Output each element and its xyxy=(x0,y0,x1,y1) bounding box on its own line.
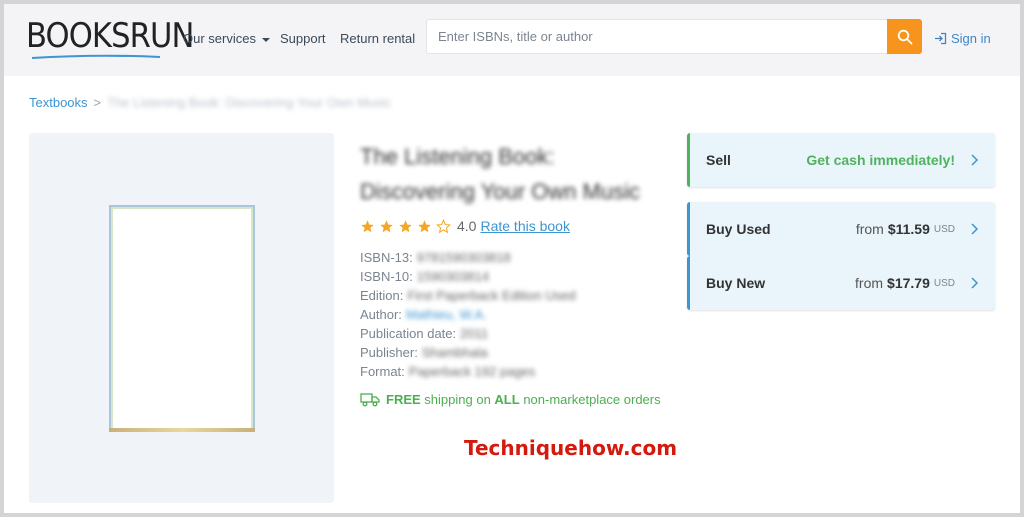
logo-text: BOOKSRUN xyxy=(26,16,194,56)
buy-new-offer-button[interactable]: Buy New from $17.79 USD xyxy=(687,256,995,310)
buy-new-currency: USD xyxy=(933,277,955,289)
book-rating: 4.0 Rate this book xyxy=(360,218,570,234)
detail-label: Edition: xyxy=(360,288,404,303)
shipping-end: non-marketplace orders xyxy=(523,392,661,407)
detail-value: 1590303814 xyxy=(416,269,490,284)
buy-new-price-block: from $17.79 USD xyxy=(855,275,979,291)
sell-offer-button[interactable]: Sell Get cash immediately! xyxy=(687,133,995,187)
shipping-free: FREE xyxy=(386,392,421,407)
detail-format: Format: Paperback 192 pages xyxy=(360,364,535,379)
buy-new-from: from xyxy=(855,275,884,291)
detail-value: Paperback 192 pages xyxy=(408,364,536,379)
buy-used-price-block: from $11.59 USD xyxy=(856,221,979,237)
cover-panel xyxy=(29,133,334,503)
detail-edition: Edition: First Paperback Edition Used xyxy=(360,288,576,303)
book-title-line2: Discovering Your Own Music xyxy=(360,179,641,204)
shipping-middle: shipping on xyxy=(424,392,491,407)
detail-publisher: Publisher: Shambhala xyxy=(360,345,488,360)
free-shipping-note: FREE shipping on ALL non-marketplace ord… xyxy=(360,392,661,407)
shipping-all: ALL xyxy=(494,392,520,407)
detail-label: Publication date: xyxy=(360,326,457,341)
detail-value: First Paperback Edition Used xyxy=(407,288,576,303)
star-filled-icon xyxy=(399,219,412,232)
breadcrumb: Textbooks > The Listening Book: Discoverin… xyxy=(29,95,391,110)
buy-used-from: from xyxy=(855,221,884,237)
sign-in-link[interactable]: Sign in xyxy=(934,31,991,46)
buy-used-currency: USD xyxy=(933,223,955,235)
nav-our-services[interactable]: Our services xyxy=(183,31,270,46)
nav-support[interactable]: Support xyxy=(280,31,326,46)
sell-tagline: Get cash immediately! xyxy=(806,152,955,168)
detail-publication-date: Publication date: 2011 xyxy=(360,326,488,341)
detail-label: Format: xyxy=(360,364,405,379)
detail-isbn13: ISBN-13: 9781590303818 xyxy=(360,250,511,265)
detail-isbn10: ISBN-10: 1590303814 xyxy=(360,269,489,284)
buy-new-price: $17.79 xyxy=(887,275,930,291)
truck-icon xyxy=(360,393,380,407)
buy-used-label: Buy Used xyxy=(706,221,771,237)
booksrun-logo[interactable]: BOOKSRUN xyxy=(26,14,194,64)
detail-label: Publisher: xyxy=(360,345,418,360)
detail-label: Author: xyxy=(360,307,402,322)
nav-return-rental[interactable]: Return rental xyxy=(340,31,415,46)
star-filled-icon xyxy=(361,219,374,232)
sign-in-icon xyxy=(935,32,947,45)
detail-value: 2011 xyxy=(460,326,489,341)
detail-label: ISBN-13: xyxy=(360,250,413,265)
detail-author: Author: Mathieu, W.A. xyxy=(360,307,487,322)
nav-our-services-label: Our services xyxy=(183,31,256,46)
chevron-right-icon xyxy=(971,154,979,166)
book-title-line1: The Listening Book: xyxy=(360,144,555,169)
site-header: BOOKSRUN Our services Support Return ren… xyxy=(4,4,1020,76)
watermark-text: Techniquehow.com xyxy=(464,436,678,460)
logo-underline-icon xyxy=(31,54,161,59)
detail-value: Shambhala xyxy=(421,345,488,360)
star-filled-icon xyxy=(380,219,393,232)
breadcrumb-textbooks[interactable]: Textbooks xyxy=(29,95,88,110)
breadcrumb-separator: > xyxy=(93,95,102,110)
search-input[interactable] xyxy=(426,19,888,54)
chevron-right-icon xyxy=(971,277,979,289)
detail-value: 9781590303818 xyxy=(416,250,511,265)
breadcrumb-current: The Listening Book: Discovering Your Own… xyxy=(107,95,392,110)
detail-label: ISBN-10: xyxy=(360,269,413,284)
rate-this-book-link[interactable]: Rate this book xyxy=(480,218,570,234)
buy-used-price: $11.59 xyxy=(887,221,930,237)
author-link[interactable]: Mathieu, W.A. xyxy=(406,307,487,322)
search-button[interactable] xyxy=(887,19,922,54)
book-cover-image[interactable] xyxy=(109,205,255,432)
search-icon xyxy=(897,29,912,44)
browser-frame: BOOKSRUN Our services Support Return ren… xyxy=(0,0,1024,517)
rating-value: 4.0 xyxy=(457,218,477,234)
sell-label: Sell xyxy=(706,152,731,168)
caret-down-icon xyxy=(261,37,270,42)
buy-used-offer-button[interactable]: Buy Used from $11.59 USD xyxy=(687,202,995,256)
chevron-right-icon xyxy=(971,223,979,235)
star-empty-icon xyxy=(436,218,451,233)
star-filled-icon xyxy=(418,219,431,232)
sell-right: Get cash immediately! xyxy=(806,152,979,168)
sign-in-label: Sign in xyxy=(951,31,991,46)
buy-new-label: Buy New xyxy=(706,275,766,291)
